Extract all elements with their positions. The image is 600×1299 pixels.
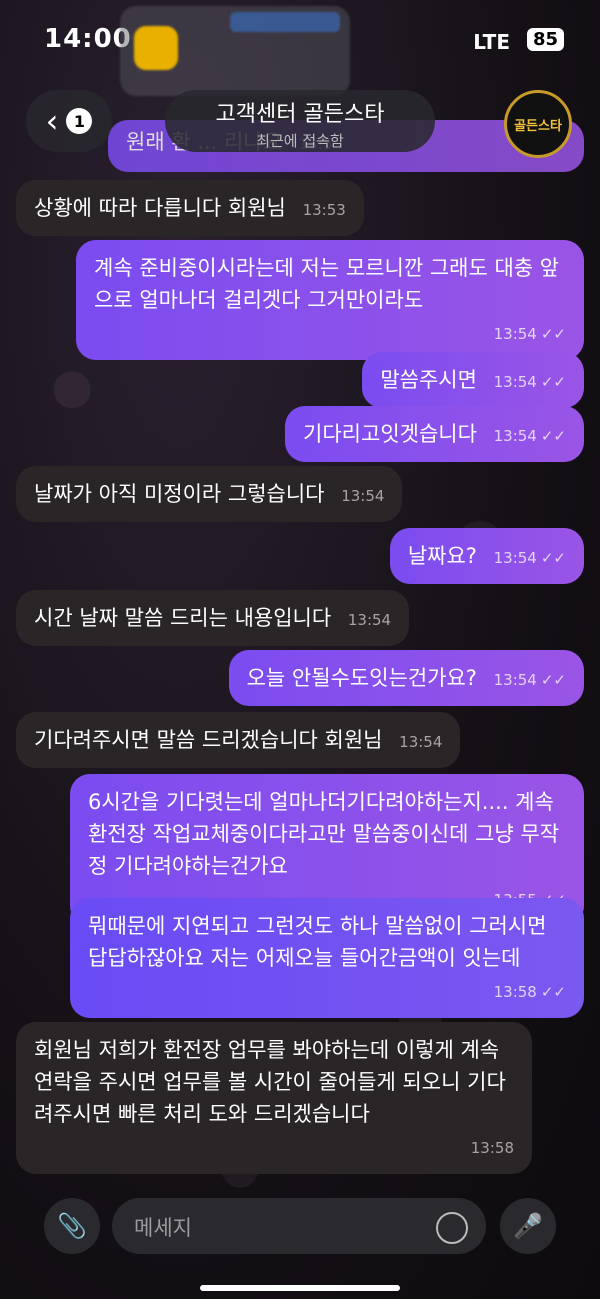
message-text: 날짜요? <box>407 544 477 568</box>
message-incoming[interactable]: 회원님 저희가 환전장 업무를 봐야하는데 이렇게 계속 연락을 주시면 업무를… <box>16 1022 532 1174</box>
status-bar: 14:00 LTE 85 <box>0 0 600 96</box>
message-time: 13:54 <box>399 733 443 751</box>
message-time: 13:58 <box>493 983 537 1001</box>
paperclip-icon[interactable]: 📎 <box>44 1198 100 1254</box>
message-input[interactable]: 메세지 <box>112 1198 486 1254</box>
message-outgoing[interactable]: 오늘 안될수도잇는건가요? 13:54 ✓✓ <box>228 650 584 706</box>
read-checkmarks-icon: ✓✓ <box>540 671 566 689</box>
chat-header: ‹ 1 고객센터 골든스타 최근에 접속함 골든스타 <box>0 90 600 160</box>
message-time: 13:54 <box>493 427 537 445</box>
message-text: 상황에 따라 다릅니다 회원님 <box>34 196 286 220</box>
message-outgoing[interactable]: 기다리고잇겟습니다 13:54 ✓✓ <box>285 406 584 462</box>
chat-title[interactable]: 고객센터 골든스타 최근에 접속함 <box>165 90 435 152</box>
read-checkmarks-icon: ✓✓ <box>540 549 566 567</box>
message-meta: 13:54 ✓✓ <box>494 366 566 398</box>
message-text: 기다리고잇겟습니다 <box>303 422 477 446</box>
message-incoming[interactable]: 시간 날짜 말씀 드리는 내용입니다 13:54 <box>16 590 410 646</box>
unread-count-badge: 1 <box>66 108 93 134</box>
message-outgoing[interactable]: 뭐때문에 지연되고 그런것도 하나 말씀없이 그러시면 답답하잖아요 저는 어제… <box>70 898 584 1018</box>
message-meta: 13:54 ✓✓ <box>494 542 566 574</box>
message-text: 오늘 안될수도잇는건가요? <box>246 666 477 690</box>
network-indicator: LTE <box>473 30 510 54</box>
message-meta: 13:58 ✓✓ <box>88 976 566 1008</box>
message-time: 13:54 <box>347 611 392 629</box>
message-time: 13:54 <box>493 671 537 689</box>
read-checkmarks-icon: ✓✓ <box>540 373 566 391</box>
message-time: 13:53 <box>302 201 346 219</box>
read-checkmarks-icon: ✓✓ <box>540 427 566 445</box>
message-outgoing[interactable]: 말씀주시면 13:54 ✓✓ <box>362 352 584 408</box>
message-time: 13:54 <box>341 487 385 505</box>
status-time: 14:00 <box>44 24 132 54</box>
message-time: 13:54 <box>493 549 537 567</box>
read-checkmarks-icon: ✓✓ <box>540 983 566 1001</box>
chevron-left-icon: ‹ <box>45 102 59 140</box>
message-text: 뭐때문에 지연되고 그런것도 하나 말씀없이 그러시면 답답하잖아요 저는 어제… <box>88 914 547 970</box>
message-meta: 13:54 ✓✓ <box>494 664 566 696</box>
message-incoming[interactable]: 상황에 따라 다릅니다 회원님 13:53 <box>16 180 364 236</box>
microphone-icon[interactable]: 🎤 <box>500 1198 556 1254</box>
message-incoming[interactable]: 기다려주시면 말씀 드리겠습니다 회원님 13:54 <box>16 712 461 768</box>
composer: 📎 메세지 🎤 <box>0 1198 600 1258</box>
message-text: 기다려주시면 말씀 드리겠습니다 회원님 <box>34 728 383 752</box>
message-time: 13:54 <box>493 325 537 343</box>
notification-banner[interactable] <box>120 6 350 96</box>
battery-indicator: 85 <box>526 28 564 51</box>
message-time: 13:54 <box>493 373 537 391</box>
message-text: 6시간을 기다렷는데 얼마나더기다려야하는지.... 계속 환전장 작업교체중이… <box>88 790 560 878</box>
message-meta: 13:54 ✓✓ <box>494 420 566 452</box>
message-text: 계속 준비중이시라는데 저는 모르니깐 그래도 대충 앞으로 얼마나더 걸리겟다… <box>94 256 560 312</box>
message-text: 시간 날짜 말씀 드리는 내용입니다 <box>34 606 332 630</box>
message-outgoing[interactable]: 날짜요? 13:54 ✓✓ <box>389 528 584 584</box>
message-text: 날짜가 아직 미정이라 그렇습니다 <box>34 482 325 506</box>
contact-name: 고객센터 골든스타 <box>215 102 385 127</box>
message-text: 회원님 저희가 환전장 업무를 봐야하는데 이렇게 계속 연락을 주시면 업무를… <box>34 1038 506 1126</box>
read-checkmarks-icon: ✓✓ <box>540 325 566 343</box>
back-button[interactable]: ‹ 1 <box>26 90 112 152</box>
home-indicator <box>200 1285 400 1291</box>
avatar[interactable]: 골든스타 <box>504 90 572 158</box>
notification-app-icon <box>134 26 178 70</box>
message-outgoing[interactable]: 계속 준비중이시라는데 저는 모르니깐 그래도 대충 앞으로 얼마나더 걸리겟다… <box>76 240 584 360</box>
sticker-icon[interactable] <box>436 1212 468 1244</box>
last-seen-status: 최근에 접속함 <box>256 132 344 150</box>
notification-blurred-text <box>230 12 340 32</box>
message-input-placeholder: 메세지 <box>134 1216 192 1240</box>
message-meta: 13:54 ✓✓ <box>94 318 566 350</box>
message-text: 말씀주시면 <box>380 368 477 392</box>
message-time: 13:58 <box>470 1139 514 1157</box>
message-incoming[interactable]: 날짜가 아직 미정이라 그렇습니다 13:54 <box>16 466 403 522</box>
avatar-label: 골든스타 <box>514 118 562 134</box>
